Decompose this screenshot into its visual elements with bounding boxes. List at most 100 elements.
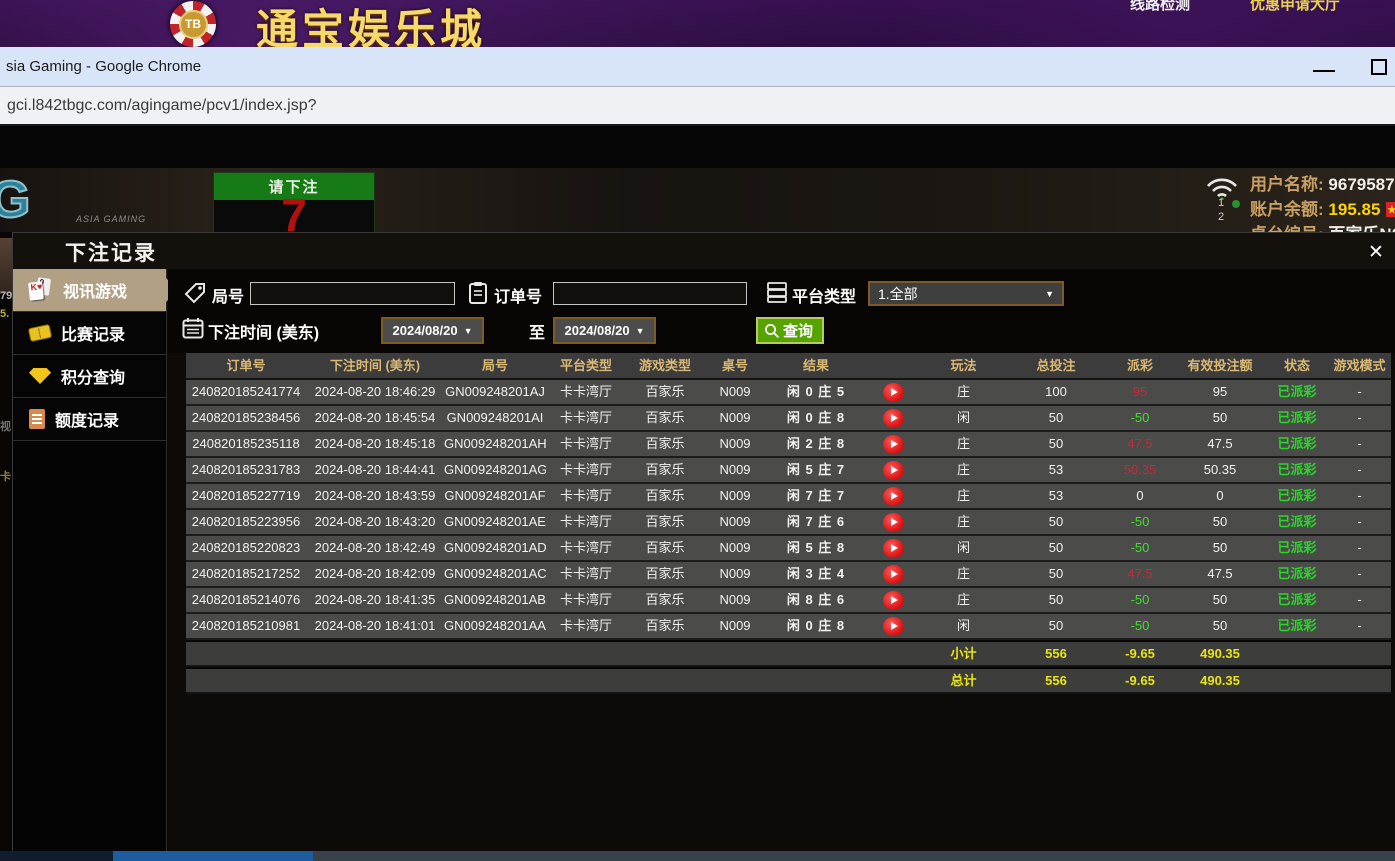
row-7-order: 240820185217252	[186, 562, 306, 588]
document-icon	[29, 409, 45, 429]
promo-apply-link[interactable]: 优惠申请大厅	[1250, 0, 1340, 14]
row-7-status: 已派彩	[1266, 562, 1328, 588]
subtotal-cell-8: 小计	[921, 642, 1006, 667]
row-8-platform: 卡卡湾厅	[546, 588, 626, 614]
grand-total-cell-0	[186, 669, 306, 694]
modal-title: 下注记录	[65, 237, 157, 267]
row-6-table: N009	[704, 536, 766, 562]
minimize-button[interactable]	[1313, 70, 1335, 72]
scrollbar-thumb[interactable]	[113, 851, 313, 861]
column-header-7	[866, 353, 921, 380]
replay-icon[interactable]	[883, 513, 904, 532]
calendar-icon	[182, 317, 204, 339]
row-7-table: N009	[704, 562, 766, 588]
platform-list-icon	[766, 281, 788, 303]
platform-select[interactable]: 1.全部 ▼	[868, 281, 1064, 306]
row-5-play: 庄	[921, 510, 1006, 536]
subtotal-cell-6	[766, 642, 866, 667]
search-button[interactable]: 查询	[756, 317, 824, 344]
row-6-mode: -	[1328, 536, 1391, 562]
sidebar-item-1[interactable]: 比赛记录	[13, 312, 166, 355]
row-1-replay	[866, 406, 921, 432]
username-value: 96795876	[1328, 175, 1395, 194]
chevron-down-icon: ▼	[636, 326, 645, 336]
row-1-payout: -50	[1106, 406, 1174, 432]
column-header-10: 派彩	[1106, 353, 1174, 380]
row-6-result: 闲 5 庄 8	[766, 536, 866, 562]
cards-icon: 9K♥	[29, 278, 53, 302]
replay-icon[interactable]	[883, 617, 904, 636]
replay-icon[interactable]	[883, 487, 904, 506]
row-6-replay	[866, 536, 921, 562]
balance-value: 195.85	[1328, 200, 1380, 219]
grand-total-cell-4	[626, 669, 704, 694]
row-1-time: 2024-08-20 18:45:54	[306, 406, 444, 432]
date-from-picker[interactable]: 2024/08/20 ▼	[381, 317, 484, 344]
row-4-result: 闲 7 庄 7	[766, 484, 866, 510]
row-9-play: 闲	[921, 614, 1006, 640]
balance-label: 账户余额:	[1250, 200, 1324, 219]
line-check-link[interactable]: 线路检测	[1130, 0, 1190, 14]
to-label: 至	[529, 319, 545, 343]
row-6-payout: -50	[1106, 536, 1174, 562]
column-header-8: 玩法	[921, 353, 1006, 380]
china-flag-icon	[1386, 202, 1395, 217]
grand-total-cell-9: 556	[1006, 669, 1106, 694]
row-1-game: 百家乐	[626, 406, 704, 432]
row-3-payout: 50.35	[1106, 458, 1174, 484]
replay-icon[interactable]	[883, 591, 904, 610]
row-4-total: 53	[1006, 484, 1106, 510]
tag-icon	[184, 282, 206, 304]
close-icon[interactable]: ✕	[1365, 241, 1387, 263]
row-1-play: 闲	[921, 406, 1006, 432]
sidebar-item-label: 视讯游戏	[63, 278, 127, 302]
maximize-button[interactable]	[1371, 59, 1387, 75]
row-9-payout: -50	[1106, 614, 1174, 640]
replay-icon[interactable]	[883, 461, 904, 480]
address-bar[interactable]: gci.l842tbgc.com/agingame/pcv1/index.jsp…	[0, 86, 1395, 126]
replay-icon[interactable]	[883, 409, 904, 428]
row-7-total: 50	[1006, 562, 1106, 588]
row-3-round: GN009248201AG	[444, 458, 546, 484]
edge-fragment: 卡	[0, 468, 12, 484]
horizontal-scrollbar[interactable]	[0, 851, 1395, 861]
row-2-replay	[866, 432, 921, 458]
order-input[interactable]	[553, 282, 747, 305]
replay-icon[interactable]	[883, 539, 904, 558]
round-input[interactable]	[250, 282, 455, 305]
modal-sidebar: 9K♥ 视讯游戏比赛记录积分查询额度记录	[13, 269, 167, 861]
row-4-table: N009	[704, 484, 766, 510]
sidebar-item-2[interactable]: 积分查询	[13, 355, 166, 398]
search-icon	[764, 323, 780, 339]
column-header-6: 结果	[766, 353, 866, 380]
row-4-valid: 0	[1174, 484, 1266, 510]
row-2-result: 闲 2 庄 8	[766, 432, 866, 458]
date-to-picker[interactable]: 2024/08/20 ▼	[553, 317, 656, 344]
grand-total-cell-11: 490.35	[1174, 669, 1266, 694]
row-5-table: N009	[704, 510, 766, 536]
column-header-12: 状态	[1266, 353, 1328, 380]
row-0-valid: 95	[1174, 380, 1266, 406]
sidebar-item-0[interactable]: 9K♥ 视讯游戏	[13, 269, 166, 312]
row-2-game: 百家乐	[626, 432, 704, 458]
row-2-status: 已派彩	[1266, 432, 1328, 458]
row-3-game: 百家乐	[626, 458, 704, 484]
page-background	[0, 126, 1395, 168]
row-9-time: 2024-08-20 18:41:01	[306, 614, 444, 640]
banner-links: 线路检测 优惠申请大厅	[1130, 0, 1340, 14]
betting-records-modal: 下注记录 ✕ 9K♥视讯游戏比赛记录积分查询额度记录 局号 订单号 平台类型	[12, 232, 1395, 861]
row-0-total: 100	[1006, 380, 1106, 406]
replay-icon[interactable]	[883, 435, 904, 454]
row-7-play: 庄	[921, 562, 1006, 588]
subtotal-cell-11: 490.35	[1174, 642, 1266, 667]
row-0-round: GN009248201AJ	[444, 380, 546, 406]
replay-icon[interactable]	[883, 383, 904, 402]
row-9-table: N009	[704, 614, 766, 640]
row-7-round: GN009248201AC	[444, 562, 546, 588]
row-7-replay	[866, 562, 921, 588]
sidebar-item-3[interactable]: 额度记录	[13, 398, 166, 441]
round-label: 局号	[212, 283, 244, 307]
replay-icon[interactable]	[883, 565, 904, 584]
row-3-play: 庄	[921, 458, 1006, 484]
row-4-platform: 卡卡湾厅	[546, 484, 626, 510]
